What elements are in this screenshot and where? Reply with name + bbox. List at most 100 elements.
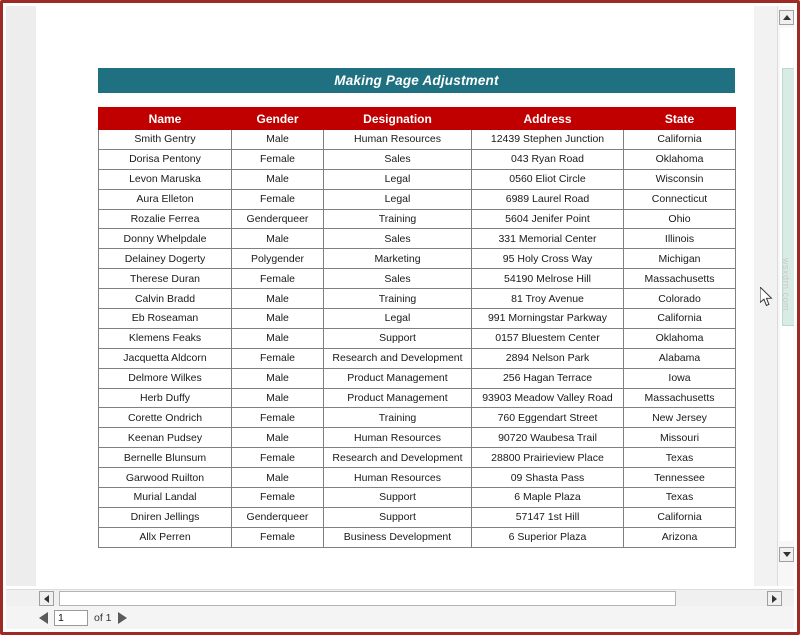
table-cell: 54190 Melrose Hill (471, 268, 624, 290)
preview-page: Making Page Adjustment Name Gender Designa… (36, 6, 754, 586)
scroll-up-button[interactable] (779, 10, 794, 25)
table-cell: 6989 Laurel Road (471, 188, 624, 210)
scroll-left-button[interactable] (39, 591, 54, 606)
table-cell: Human Resources (323, 467, 472, 489)
table-cell: 81 Troy Avenue (471, 288, 624, 310)
table-cell: 12439 Stephen Junction (471, 129, 624, 150)
table-cell: Male (231, 168, 324, 190)
table-cell: Colorado (623, 288, 736, 310)
table-cell: Male (231, 427, 324, 449)
table-row: Donny Whelpdale Male Sales 331 Memorial Cen… (98, 228, 736, 250)
page-number-input[interactable] (54, 609, 88, 626)
page-navigation-bar: of 1 (6, 606, 794, 629)
table-cell: Garwood Ruilton (98, 467, 232, 489)
table-cell: Eb Roseaman (98, 308, 232, 329)
table-cell: Rozalie Ferrea (98, 208, 232, 230)
table-cell: Marketing (323, 248, 472, 270)
table-cell: Massachusetts (623, 387, 736, 409)
horizontal-scrollbar[interactable] (6, 589, 794, 606)
table-cell: 256 Hagan Terrace (471, 367, 624, 389)
table-cell: 043 Ryan Road (471, 148, 624, 170)
table-cell: 991 Morningstar Parkway (471, 308, 624, 329)
table-cell: Female (231, 268, 324, 290)
table-cell: Male (231, 387, 324, 409)
table-cell: 5604 Jenifer Point (471, 208, 624, 230)
table-cell: 57147 1st Hill (471, 506, 624, 528)
table-cell: Female (231, 188, 324, 210)
table-cell: Texas (623, 487, 736, 508)
table-cell: Calvin Bradd (98, 288, 232, 310)
column-header: State (623, 107, 736, 130)
table-cell: Arizona (623, 526, 736, 548)
table-cell: Michigan (623, 248, 736, 270)
table-cell: California (623, 506, 736, 528)
table-cell: Allx Perren (98, 526, 232, 548)
print-preview-window: Making Page Adjustment Name Gender Designa… (0, 0, 800, 635)
table-cell: Wisconsin (623, 168, 736, 190)
table-row: Murial Landal Female Support 6 Maple Plaza T… (98, 487, 736, 508)
table-cell: Herb Duffy (98, 387, 232, 409)
table-cell: Training (323, 208, 472, 230)
table-row: Delainey Dogerty Polygender Marketing 95 Ho… (98, 248, 736, 270)
table-row: Aura Elleton Female Legal 6989 Laurel Road C… (98, 188, 736, 210)
table-row: Garwood Ruilton Male Human Resources 09 Sha… (98, 467, 736, 489)
table-row: Bernelle Blunsum Female Research and Devel… (98, 447, 736, 469)
table-cell: Connecticut (623, 188, 736, 210)
table-cell: Legal (323, 168, 472, 190)
table-cell: Oklahoma (623, 327, 736, 349)
table-cell: Massachusetts (623, 268, 736, 290)
horizontal-scroll-thumb[interactable] (59, 591, 676, 606)
table-body: Smith Gentry Male Human Resources 12439 Ste… (98, 129, 736, 548)
report-title-banner: Making Page Adjustment (98, 68, 735, 93)
table-row: Smith Gentry Male Human Resources 12439 Ste… (98, 129, 736, 150)
table-cell: Delmore Wilkes (98, 367, 232, 389)
table-cell: Human Resources (323, 427, 472, 449)
table-cell: 95 Holy Cross Way (471, 248, 624, 270)
employee-table: Name Gender Designation Address State Smith … (98, 107, 736, 548)
table-header-row: Name Gender Designation Address State (98, 107, 736, 130)
table-cell: 93903 Meadow Valley Road (471, 387, 624, 409)
table-cell: Therese Duran (98, 268, 232, 290)
preview-viewport: Making Page Adjustment Name Gender Designa… (6, 6, 794, 586)
table-cell: Female (231, 487, 324, 508)
table-cell: Sales (323, 148, 472, 170)
table-cell: Murial Landal (98, 487, 232, 508)
table-cell: Legal (323, 188, 472, 210)
table-cell: Business Development (323, 526, 472, 548)
table-cell: California (623, 129, 736, 150)
table-cell: Sales (323, 268, 472, 290)
table-cell: Genderqueer (231, 506, 324, 528)
previous-page-icon[interactable] (39, 611, 48, 624)
table-cell: 6 Maple Plaza (471, 487, 624, 508)
table-row: Dniren Jellings Genderqueer Support 57147 1… (98, 506, 736, 528)
table-cell: Polygender (231, 248, 324, 270)
table-cell: Male (231, 129, 324, 150)
table-cell: Levon Maruska (98, 168, 232, 190)
table-cell: Female (231, 148, 324, 170)
next-page-icon[interactable] (117, 611, 127, 624)
column-header: Address (471, 107, 624, 130)
table-cell: Oklahoma (623, 148, 736, 170)
table-cell: Delainey Dogerty (98, 248, 232, 270)
table-cell: Tennessee (623, 467, 736, 489)
table-row: Allx Perren Female Business Development 6 S… (98, 526, 736, 548)
total-pages-label: of 1 (94, 611, 112, 624)
table-cell: Female (231, 407, 324, 429)
table-cell: Female (231, 447, 324, 469)
table-cell: 90720 Waubesa Trail (471, 427, 624, 449)
table-cell: Aura Elleton (98, 188, 232, 210)
table-cell: 6 Superior Plaza (471, 526, 624, 548)
table-cell: 331 Memorial Center (471, 228, 624, 250)
chevron-down-icon (782, 552, 791, 557)
watermark-text: wsxdrn.com (781, 258, 791, 312)
scroll-right-button[interactable] (767, 591, 782, 606)
table-cell: Female (231, 526, 324, 548)
table-cell: Bernelle Blunsum (98, 447, 232, 469)
scroll-down-button[interactable] (779, 547, 794, 562)
table-cell: Support (323, 506, 472, 528)
table-cell: Training (323, 288, 472, 310)
table-row: Jacquetta Aldcorn Female Research and Deve… (98, 347, 736, 369)
chevron-right-icon (772, 594, 777, 603)
chevron-left-icon (44, 594, 49, 603)
table-cell: 0560 Eliot Circle (471, 168, 624, 190)
